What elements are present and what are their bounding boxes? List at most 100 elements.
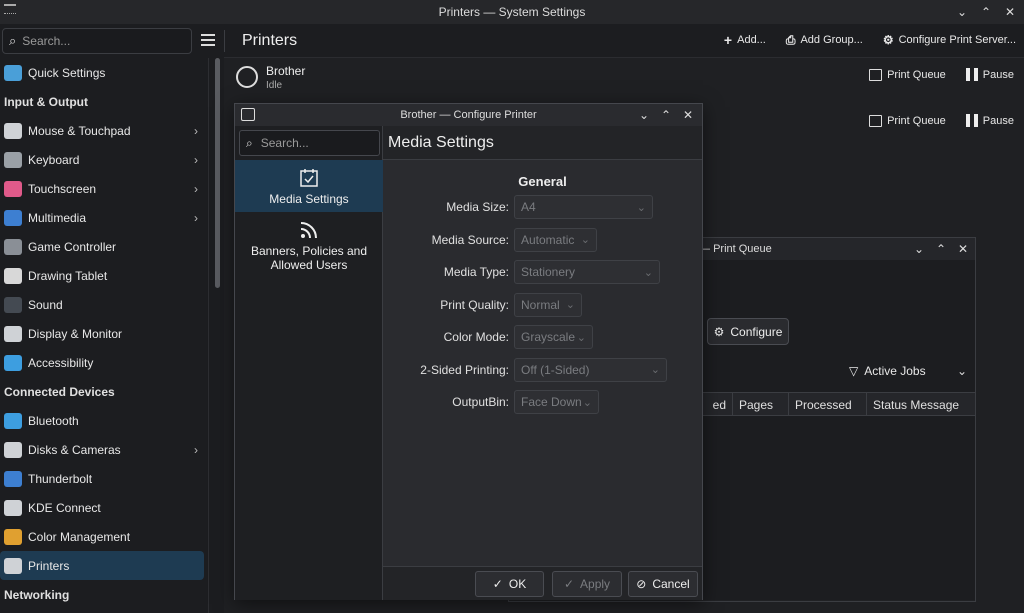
minimize-icon[interactable]: ⌄	[954, 4, 970, 20]
sidebar-item[interactable]: Game Controller	[0, 232, 208, 261]
kde-connect-icon	[4, 499, 22, 516]
sidebar-item[interactable]: Drawing Tablet	[0, 261, 208, 290]
column-header[interactable]: Pages	[733, 393, 789, 415]
sidebar-item[interactable]: Multimedia ›	[0, 203, 208, 232]
configure-print-server-button[interactable]: ⚙ Configure Print Server...	[883, 32, 1016, 48]
dropdown-value: Automatic	[521, 232, 575, 247]
column-header[interactable]: Status Message	[867, 393, 975, 415]
sidebar-item[interactable]: Bluetooth	[0, 406, 208, 435]
field-label: Media Type:	[443, 265, 509, 279]
apply-button[interactable]: ✓ Apply	[552, 571, 622, 597]
dialog-content: Media Settings General Media Size: A4 ⌄ Med…	[383, 126, 702, 600]
close-icon[interactable]: ✕	[680, 107, 696, 123]
column-header[interactable]: Processed	[789, 393, 867, 415]
dropdown-value: Face Down	[521, 395, 582, 409]
dialog-titlebar: Brother — Configure Printer ⌄ ⌃ ✕	[235, 104, 702, 126]
checkmark-icon: ✓	[492, 577, 503, 591]
chevron-down-icon[interactable]: ⌄	[957, 364, 967, 378]
dialog-title: Brother — Configure Printer	[400, 109, 537, 121]
dialog-category-list: ⌕ Search... Media Settings Banners, Poli…	[235, 126, 383, 600]
ok-button[interactable]: ✓ OK	[475, 571, 544, 597]
printer-icon: ⎙	[785, 32, 796, 47]
field-label: Media Size:	[446, 200, 509, 214]
sidebar-item[interactable]: Keyboard ›	[0, 145, 208, 174]
dropdown-value: Grayscale	[521, 330, 576, 344]
print-queue-button[interactable]: Print Queue	[869, 68, 946, 81]
dropdown-select[interactable]: Automatic ⌄	[514, 227, 597, 252]
sidebar-item[interactable]: Quick Settings	[0, 58, 208, 87]
dialog-search-input[interactable]: ⌕ Search...	[239, 130, 380, 156]
checkmark-icon: ✓	[563, 577, 575, 591]
sidebar-item-label: Multimedia	[28, 210, 87, 225]
display-icon	[4, 325, 22, 342]
printer-row[interactable]: Brother Idle Print Queue Pause	[234, 58, 1014, 98]
active-jobs-filter[interactable]: ▽ Active Jobs	[849, 364, 926, 378]
hamburger-menu-icon[interactable]	[201, 34, 215, 46]
sidebar-item[interactable]: Mouse & Touchpad ›	[0, 116, 208, 145]
dropdown-select[interactable]: Stationery ⌄	[514, 260, 660, 284]
minimize-icon[interactable]: ⌄	[636, 107, 652, 123]
maximize-icon[interactable]: ⌃	[978, 4, 994, 20]
sidebar-item[interactable]: Accessibility	[0, 348, 208, 377]
form-row: Media Size: A4 ⌄	[383, 195, 702, 219]
add-group-button[interactable]: ⎙ Add Group...	[786, 32, 863, 48]
sidebar-item[interactable]: Display & Monitor	[0, 319, 208, 348]
dropdown-select[interactable]: Off (1-Sided) ⌄	[514, 357, 667, 382]
printer-name: Brother	[266, 64, 306, 78]
sidebar-item[interactable]: KDE Connect	[0, 493, 208, 522]
app-menu-icon[interactable]	[4, 4, 16, 14]
bluetooth-icon	[4, 412, 22, 429]
thunderbolt-icon	[4, 470, 22, 487]
configure-printer-dialog: Brother — Configure Printer ⌄ ⌃ ✕ ⌕ Sear…	[234, 103, 703, 600]
sidebar-scrollbar[interactable]	[215, 58, 220, 288]
dropdown-select[interactable]: Grayscale ⌄	[514, 325, 593, 349]
dropdown-select[interactable]: A4 ⌄	[514, 195, 653, 219]
rss-icon	[300, 222, 317, 239]
sliders-icon: ⚙	[882, 33, 894, 47]
dropdown-value: Stationery	[521, 265, 576, 279]
cancel-button[interactable]: ⊘ Cancel	[628, 571, 698, 597]
pause-button[interactable]: Pause	[965, 114, 1014, 127]
sidebar-group-header: Connected Devices	[4, 384, 115, 399]
queue-icon	[869, 68, 883, 81]
sidebar-item-label: Accessibility	[28, 355, 94, 370]
dropdown-select[interactable]: Normal ⌄	[514, 292, 582, 317]
sidebar-item-label: KDE Connect	[28, 500, 101, 515]
category-banners-policies[interactable]: Banners, Policies and Allowed Users	[235, 220, 383, 272]
chevron-right-icon: ›	[194, 181, 198, 196]
chevron-down-icon: ⌄	[650, 364, 660, 376]
pause-button[interactable]: Pause	[965, 68, 1014, 81]
sidebar-item[interactable]: Touchscreen ›	[0, 174, 208, 203]
category-media-settings[interactable]: Media Settings	[235, 160, 383, 212]
dropdown-value: Normal	[521, 297, 560, 312]
sidebar-item[interactable]: Printers	[0, 551, 204, 580]
page-title: Printers	[242, 32, 298, 49]
sidebar-item-label: Disks & Cameras	[28, 442, 121, 457]
sidebar-item-label: Color Management	[28, 529, 131, 544]
filter-icon: ▽	[849, 364, 859, 378]
dropdown-select[interactable]: Face Down ⌄	[514, 390, 599, 414]
search-input[interactable]: ⌕ Search...	[2, 28, 192, 54]
chevron-right-icon: ›	[194, 442, 198, 457]
maximize-icon[interactable]: ⌃	[933, 241, 949, 257]
sidebar-item[interactable]: Thunderbolt	[0, 464, 208, 493]
queue-icon	[869, 114, 883, 127]
print-queue-button[interactable]: Print Queue	[869, 114, 946, 127]
close-icon[interactable]: ✕	[955, 241, 971, 257]
maximize-icon[interactable]: ⌃	[658, 107, 674, 123]
sidebar-item-label: Bluetooth	[28, 413, 79, 428]
form-row: Media Type: Stationery ⌄	[383, 260, 702, 284]
minimize-icon[interactable]: ⌄	[911, 241, 927, 257]
tablet-icon	[4, 267, 22, 284]
close-icon[interactable]: ✕	[1002, 4, 1018, 20]
printer-icon	[241, 108, 255, 121]
sidebar-item[interactable]: Sound	[0, 290, 208, 319]
sidebar-nav: Quick Settings Input & Output Mouse & Touc…	[0, 58, 208, 609]
configure-button[interactable]: ⚙ Configure	[707, 318, 789, 345]
add-printer-button[interactable]: + Add...	[724, 32, 766, 48]
keyboard-icon	[4, 151, 22, 168]
sidebar-item[interactable]: Color Management	[0, 522, 208, 551]
sidebar-item[interactable]: Disks & Cameras ›	[0, 435, 208, 464]
sidebar-group-header: Input & Output	[4, 94, 88, 109]
disks-icon	[4, 441, 22, 458]
